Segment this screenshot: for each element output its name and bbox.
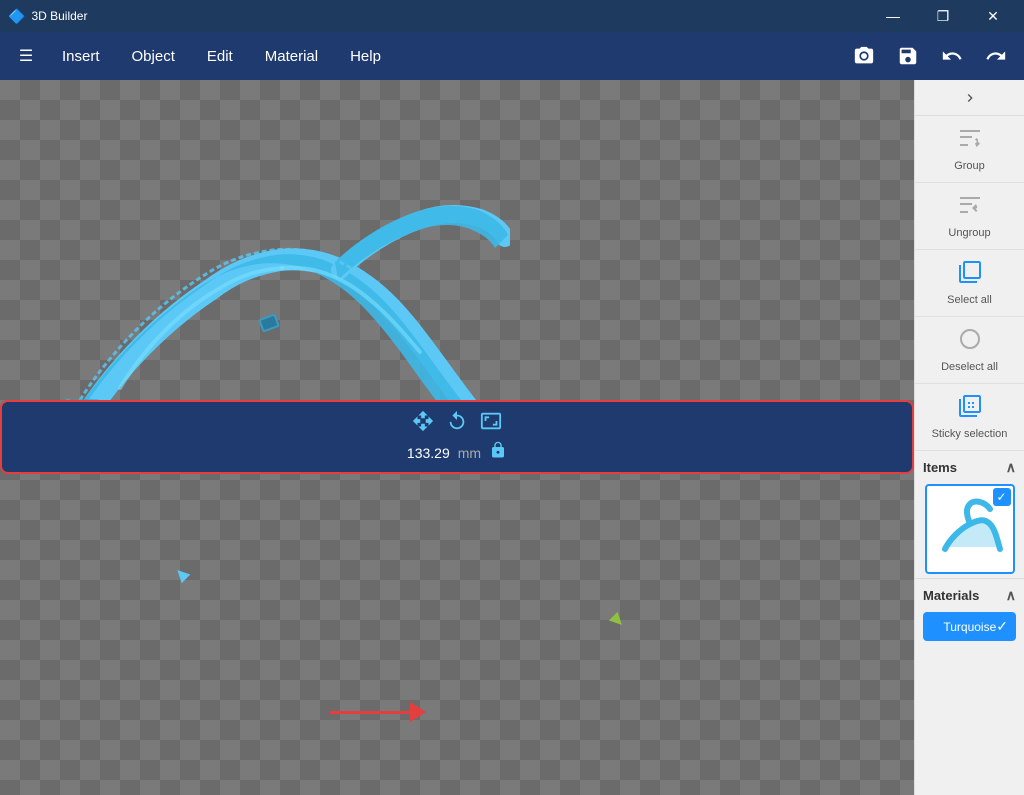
- items-label: Items: [923, 460, 957, 475]
- ungroup-icon: [958, 193, 982, 223]
- menu-material[interactable]: Material: [251, 40, 332, 73]
- ungroup-label: Ungroup: [948, 227, 990, 239]
- hamburger-menu[interactable]: ☰: [8, 38, 44, 74]
- measurement-unit: mm: [458, 445, 481, 461]
- menu-edit[interactable]: Edit: [193, 40, 247, 73]
- titlebar-left: 🔷 3D Builder: [8, 8, 87, 25]
- titlebar: 🔷 3D Builder — ❐ ✕: [0, 0, 1024, 32]
- material-turquoise[interactable]: Turquoise ✓: [923, 612, 1016, 641]
- materials-collapse-icon[interactable]: ∧: [1006, 587, 1016, 604]
- move-icon[interactable]: [412, 410, 434, 437]
- group-icon: [958, 126, 982, 156]
- camera-button[interactable]: [844, 36, 884, 76]
- panel-toggle-button[interactable]: [915, 80, 1024, 116]
- sticky-selection-label: Sticky selection: [932, 428, 1008, 440]
- group-label: Group: [954, 160, 985, 172]
- app-title: 3D Builder: [31, 9, 87, 23]
- rotate-icon[interactable]: [446, 410, 468, 437]
- sticky-selection-icon: [958, 394, 982, 424]
- restore-button[interactable]: ❐: [920, 0, 966, 32]
- deselect-all-label: Deselect all: [941, 361, 998, 373]
- close-button[interactable]: ✕: [970, 0, 1016, 32]
- group-button[interactable]: Group: [915, 116, 1024, 183]
- lock-icon[interactable]: [489, 441, 507, 464]
- toolbar-bottom-row: 133.29 mm: [407, 441, 507, 464]
- menubar: ☰ Insert Object Edit Material Help: [0, 32, 1024, 80]
- redo-button[interactable]: [976, 36, 1016, 76]
- items-collapse-icon[interactable]: ∧: [1006, 459, 1016, 476]
- navigation-arrow-right: ▶: [606, 609, 629, 632]
- select-all-label: Select all: [947, 294, 992, 306]
- select-all-button[interactable]: Select all: [915, 250, 1024, 317]
- app-icon: 🔷: [8, 8, 25, 25]
- menu-object[interactable]: Object: [118, 40, 189, 73]
- ungroup-button[interactable]: Ungroup: [915, 183, 1024, 250]
- bottom-toolbar: 133.29 mm: [0, 400, 914, 474]
- menu-help[interactable]: Help: [336, 40, 395, 73]
- sticky-selection-button[interactable]: Sticky selection: [915, 384, 1024, 451]
- measurement-value: 133.29: [407, 445, 450, 461]
- red-arrow-indicator: [330, 702, 426, 722]
- deselect-all-icon: [958, 327, 982, 357]
- toolbar-top-row: [412, 410, 502, 437]
- item-selected-check: ✓: [993, 488, 1011, 506]
- navigation-arrow-left: ▶: [170, 564, 193, 587]
- scale-icon[interactable]: [480, 410, 502, 437]
- titlebar-controls: — ❐ ✕: [870, 0, 1016, 32]
- undo-button[interactable]: [932, 36, 972, 76]
- menubar-right: [844, 36, 1016, 76]
- right-panel: Group Ungroup Select all: [914, 80, 1024, 795]
- select-all-icon: [958, 260, 982, 290]
- material-name: Turquoise: [943, 620, 996, 634]
- deselect-all-button[interactable]: Deselect all: [915, 317, 1024, 384]
- material-selected-check: ✓: [996, 618, 1008, 635]
- minimize-button[interactable]: —: [870, 0, 916, 32]
- item-thumbnail[interactable]: ✓: [925, 484, 1015, 574]
- materials-label: Materials: [923, 588, 979, 603]
- save-button[interactable]: [888, 36, 928, 76]
- material-color-swatch: [931, 619, 937, 635]
- materials-section-header: Materials ∧: [915, 578, 1024, 608]
- main-area: ▶ ▶: [0, 80, 1024, 795]
- viewport[interactable]: ▶ ▶: [0, 80, 914, 795]
- menu-insert[interactable]: Insert: [48, 40, 114, 73]
- items-section-header: Items ∧: [915, 451, 1024, 480]
